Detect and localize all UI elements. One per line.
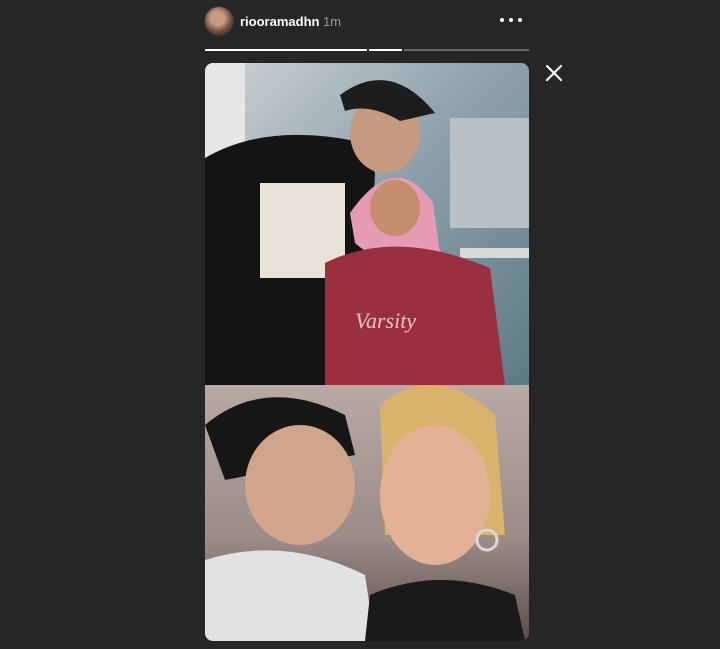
progress-fill [369,49,402,51]
story-photo-bottom [205,384,529,641]
dot-icon [509,18,513,22]
dot-icon [518,18,522,22]
progress-segment-3 [404,49,529,51]
more-options-button[interactable] [500,12,522,28]
username[interactable]: riooramadhn [240,14,319,29]
avatar[interactable] [205,7,233,35]
progress-segment-1 [205,49,367,51]
story-media[interactable]: Varsity [205,63,529,641]
timestamp: 1m [323,14,342,29]
close-icon [545,64,563,82]
photo-illustration [205,384,525,641]
progress-fill [205,49,367,51]
progress-segment-2 [369,49,402,51]
photo-illustration: Varsity [205,63,529,385]
story-photo-top: Varsity [205,63,529,385]
dot-icon [500,18,504,22]
close-button[interactable] [543,62,565,84]
svg-text:Varsity: Varsity [355,308,416,333]
